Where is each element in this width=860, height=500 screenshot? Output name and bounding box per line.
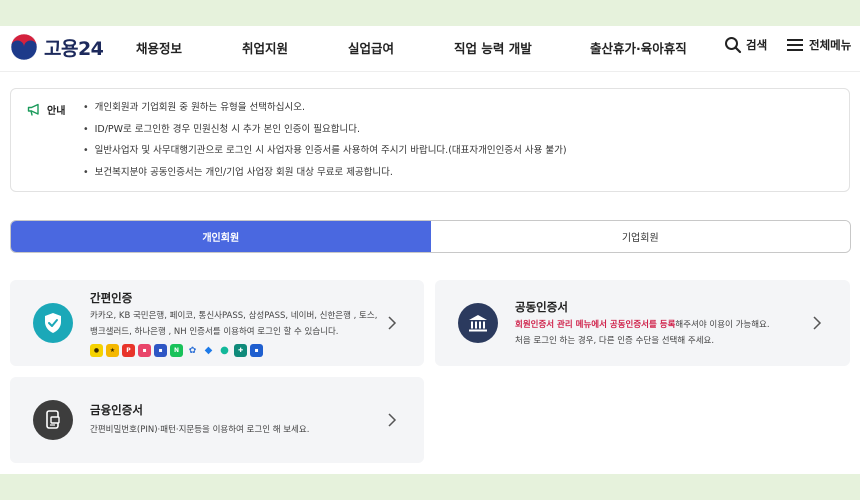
nav-maternity-parental-leave[interactable]: 출산휴가·육아휴직	[590, 38, 687, 57]
financial-certificate-desc: 간편비밀번호(PIN)·패턴·지문등을 이용하여 로그인 해 보세요.	[90, 425, 310, 435]
megaphone-icon	[27, 103, 39, 116]
logo[interactable]: 고용24	[10, 32, 104, 62]
notice-item: 개인회원과 기업회원 중 원하는 유형을 선택하십시오.	[83, 101, 567, 123]
chevron-right-icon	[813, 316, 822, 330]
payco-icon: P	[122, 344, 135, 357]
all-menu-button[interactable]: 전체메뉴	[785, 36, 851, 54]
nav-unemployment-benefit[interactable]: 실업급여	[348, 38, 394, 57]
notice-item: 보건복지분야 공동인증서는 개인/기업 사업장 회원 대상 무료로 제공합니다.	[83, 166, 567, 188]
simple-auth-title: 간편인증	[90, 291, 133, 305]
joint-certificate-title: 공동인증서	[515, 300, 568, 314]
financial-certificate-card[interactable]: 금융인증서 간편비밀번호(PIN)·패턴·지문등을 이용하여 로그인 해 보세요…	[10, 377, 424, 463]
tab-business-member[interactable]: 기업회원	[430, 221, 850, 252]
joint-certificate-card[interactable]: 공동인증서 회원인증서 관리 메뉴에서 공동인증서를 등록해주셔야 이용이 가능…	[435, 280, 850, 366]
page: 고용24 채용정보 취업지원 실업급여 직업 능력 개발 출산휴가·육아휴직 검…	[0, 26, 860, 474]
nav-job-skill-development[interactable]: 직업 능력 개발	[454, 38, 532, 57]
notice-label: 안내	[47, 106, 66, 117]
simple-auth-desc-line: 카카오, KB 국민은행, 페이코, 통신사PASS, 삼성PASS, 네이버,…	[90, 311, 378, 321]
joint-certificate-desc: 회원인증서 관리 메뉴에서 공동인증서를 등록해주셔야 이용이 가능해요. 처음…	[515, 317, 770, 349]
simple-auth-desc-line: 뱅크샐러드, 하나은행 , NH 인증서를 이용하여 로그인 할 수 있습니다.	[90, 327, 339, 337]
notice-header: 안내	[27, 102, 65, 117]
search-icon	[725, 37, 742, 54]
simple-auth-desc: 카카오, KB 국민은행, 페이코, 통신사PASS, 삼성PASS, 네이버,…	[90, 308, 377, 340]
phone-card-icon	[33, 400, 73, 440]
samsung-pass-icon: ▪	[154, 344, 167, 357]
chevron-right-icon	[388, 413, 397, 427]
shinhan-icon: ✿	[188, 345, 197, 356]
header: 고용24 채용정보 취업지원 실업급여 직업 능력 개발 출산휴가·육아휴직 검…	[0, 26, 860, 72]
naver-icon: N	[170, 344, 183, 357]
provider-badges: ● ★ P ▪ ▪ N ✿ ◆ ● ✚ ▪	[90, 344, 263, 357]
nav-recruit[interactable]: 채용정보	[136, 38, 182, 57]
taegeuk-logo-icon	[10, 33, 38, 61]
nav-employment-support[interactable]: 취업지원	[242, 38, 288, 57]
joint-certificate-desc-text: 해주셔야 이용이 가능해요.	[675, 320, 770, 330]
member-type-tabs: 개인회원 기업회원	[10, 220, 851, 253]
menu-icon	[787, 39, 803, 51]
financial-certificate-title: 금융인증서	[90, 403, 143, 417]
notice-box: 안내 개인회원과 기업회원 중 원하는 유형을 선택하십시오. ID/PW로 로…	[10, 88, 850, 192]
tab-personal-member[interactable]: 개인회원	[11, 221, 431, 252]
notice-item: ID/PW로 로그인한 경우 민원신청 시 추가 본인 인증이 필요합니다.	[83, 123, 567, 145]
simple-auth-card[interactable]: 간편인증 카카오, KB 국민은행, 페이코, 통신사PASS, 삼성PASS,…	[10, 280, 424, 366]
nh-icon: ▪	[250, 344, 263, 357]
joint-certificate-desc-line: 처음 로그인 하는 경우, 다른 인증 수단을 선택해 주세요.	[515, 336, 715, 346]
bank-icon	[458, 303, 498, 343]
shield-check-icon	[33, 303, 73, 343]
search-label: 검색	[746, 38, 768, 52]
kakao-icon: ●	[90, 344, 103, 357]
joint-certificate-register-notice: 회원인증서 관리 메뉴에서 공동인증서를 등록	[515, 320, 676, 330]
notice-item: 일반사업자 및 사무대행기관으로 로그인 시 사업자용 인증서를 사용하여 주시…	[83, 144, 567, 166]
all-menu-label: 전체메뉴	[809, 38, 852, 52]
pass-icon: ▪	[138, 344, 151, 357]
toss-icon: ◆	[204, 345, 213, 356]
kb-bank-icon: ★	[106, 344, 119, 357]
notice-list: 개인회원과 기업회원 중 원하는 유형을 선택하십시오. ID/PW로 로그인한…	[83, 101, 567, 187]
logo-text: 고용24	[44, 37, 104, 60]
search-button[interactable]: 검색	[724, 36, 767, 54]
chevron-right-icon	[388, 316, 397, 330]
hana-bank-icon: ✚	[234, 344, 247, 357]
banksalad-icon: ●	[220, 345, 229, 356]
